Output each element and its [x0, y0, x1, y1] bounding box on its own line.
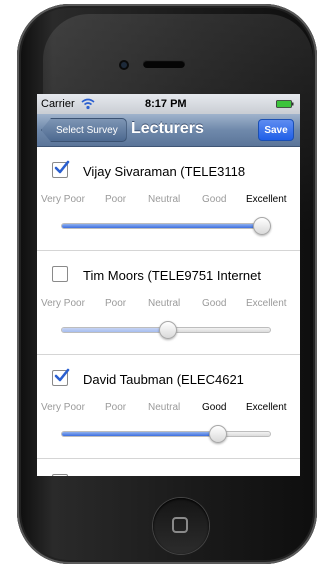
rating-label-good: Good — [202, 194, 227, 205]
rating-slider[interactable] — [61, 217, 271, 235]
screen: Carrier 8:17 PM Select Survey Lecturers … — [37, 94, 300, 476]
front-camera — [121, 62, 127, 68]
rating-label-excellent: Excellent — [246, 194, 287, 205]
slider-thumb[interactable] — [159, 321, 178, 339]
rating-slider[interactable] — [61, 425, 271, 443]
home-button[interactable] — [153, 498, 209, 554]
rating-label-excellent: Excellent — [246, 402, 287, 413]
lecturer-checkbox[interactable] — [52, 474, 68, 476]
lecturer-name: Tim Moors (TELE9751 Internet — [83, 268, 261, 283]
slider-fill — [62, 432, 218, 436]
rating-label-neutral: Neutral — [148, 298, 181, 309]
clock: 8:17 PM — [145, 98, 187, 110]
rating-label-very-poor: Very Poor — [41, 194, 85, 205]
rating-label-very-poor: Very Poor — [41, 298, 85, 309]
list-item: Tim Moors (TELE9751 Internet Very Poor P… — [37, 251, 300, 355]
slider-thumb[interactable] — [252, 217, 271, 235]
rating-label-poor: Poor — [105, 402, 127, 413]
rating-label-excellent: Excellent — [246, 298, 287, 309]
list-item: David Taubman (ELEC4621 Very Poor Poor N… — [37, 355, 300, 459]
carrier-label: Carrier — [41, 98, 75, 110]
slider-thumb[interactable] — [209, 425, 227, 443]
save-button[interactable]: Save — [258, 119, 294, 141]
navigation-bar: Select Survey Lecturers Save — [37, 114, 300, 147]
earpiece-speaker — [143, 60, 185, 68]
rating-slider[interactable] — [61, 321, 271, 339]
rating-label-neutral: Neutral — [148, 402, 181, 413]
checkmark-icon — [54, 160, 70, 174]
slider-fill — [62, 328, 169, 332]
lecturer-checkbox[interactable] — [52, 160, 70, 178]
list-item: Vijay Sivaraman (TELE3118 Very Poor Poor… — [37, 147, 300, 251]
rating-scale: Very Poor Poor Neutral Good Excellent — [41, 402, 297, 416]
wifi-icon — [81, 98, 95, 110]
rating-label-good: Good — [202, 402, 227, 413]
status-bar: Carrier 8:17 PM — [37, 94, 300, 114]
rating-label-good: Good — [202, 298, 227, 309]
page-title: Lecturers — [131, 120, 204, 137]
home-square-icon — [172, 517, 188, 533]
lecturer-checkbox[interactable] — [52, 368, 70, 386]
rating-label-poor: Poor — [105, 298, 127, 309]
rating-label-very-poor: Very Poor — [41, 402, 85, 413]
rating-label-neutral: Neutral — [148, 194, 181, 205]
checkmark-icon — [54, 368, 70, 382]
list-item — [37, 459, 300, 476]
lecturer-checkbox[interactable] — [52, 266, 68, 282]
back-button[interactable]: Select Survey — [41, 118, 127, 142]
lecturer-list: Vijay Sivaraman (TELE3118 Very Poor Poor… — [37, 147, 300, 476]
rating-scale: Very Poor Poor Neutral Good Excellent — [41, 194, 297, 208]
lecturer-name: David Taubman (ELEC4621 — [83, 372, 244, 387]
rating-scale: Very Poor Poor Neutral Good Excellent — [41, 298, 297, 312]
battery-icon — [276, 100, 294, 108]
rating-label-poor: Poor — [105, 194, 127, 205]
slider-fill — [62, 224, 262, 228]
lecturer-name: Vijay Sivaraman (TELE3118 — [83, 164, 246, 179]
